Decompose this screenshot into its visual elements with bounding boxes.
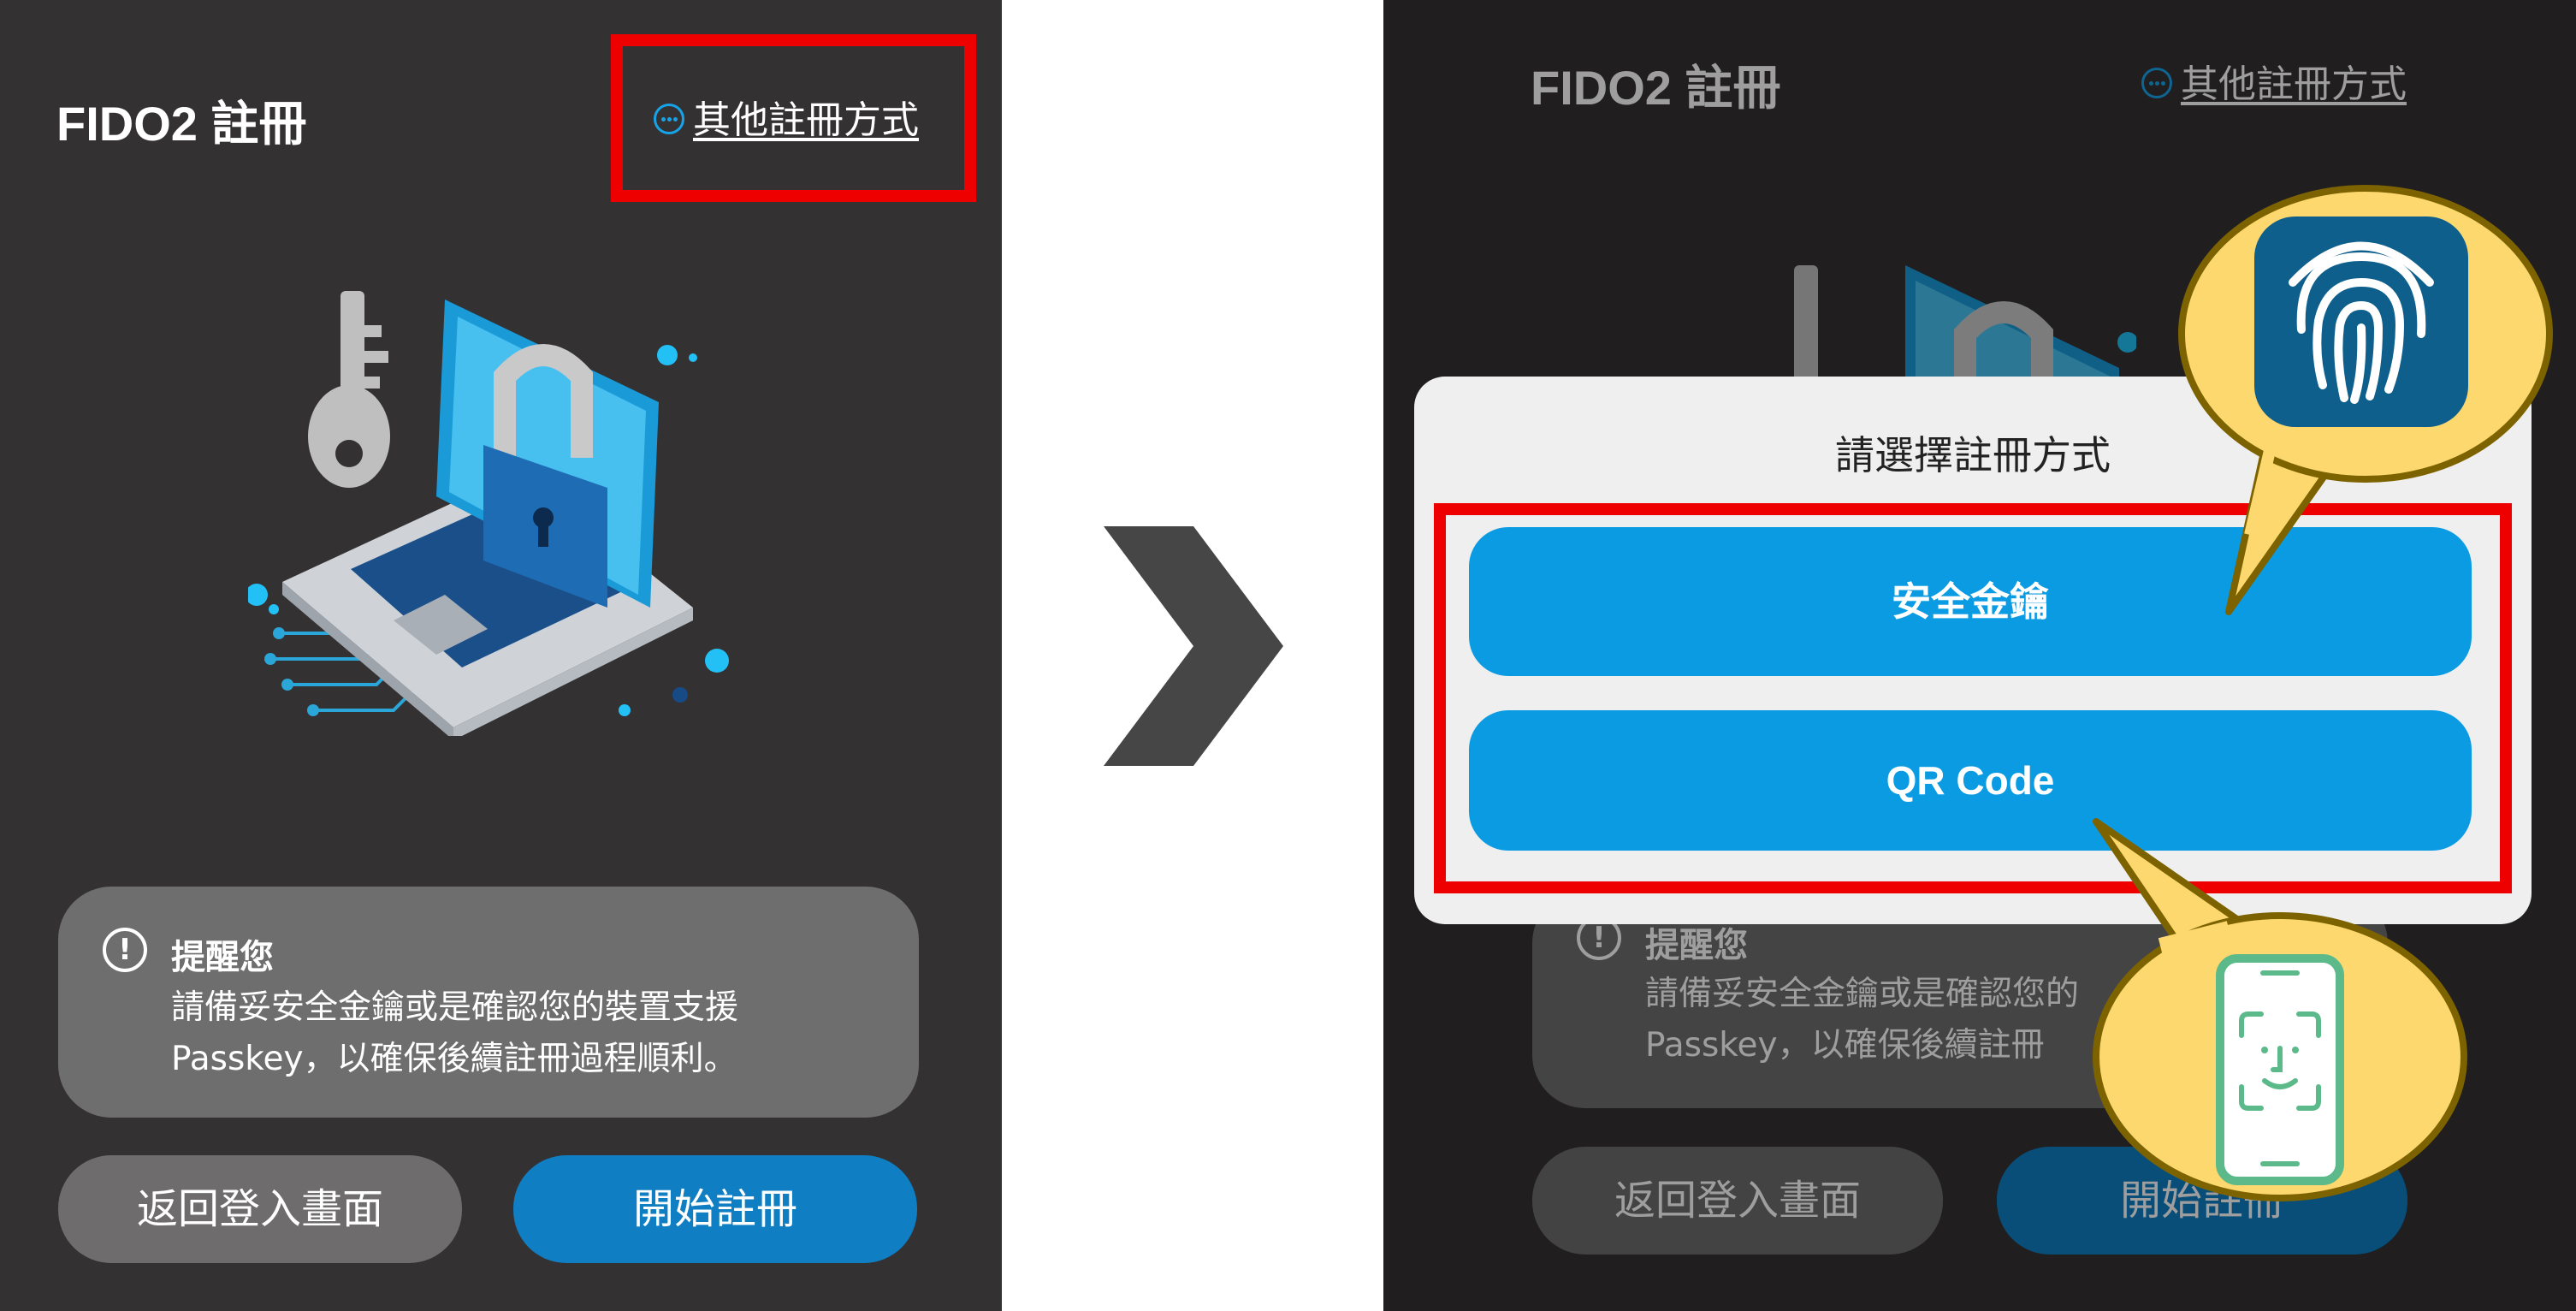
page-title: FIDO2 註冊	[56, 97, 307, 151]
notice-title: 提醒您	[171, 938, 274, 977]
highlight-other-methods	[611, 34, 976, 202]
face-id-phone-icon	[2216, 954, 2344, 1185]
face-id-callout	[2093, 818, 2467, 1201]
notice-line-1: 請備妥安全金鑰或是確認您的裝置支援	[171, 988, 739, 1027]
start-registration-button[interactable]: 開始註冊	[513, 1155, 917, 1263]
fido-security-illustration	[248, 291, 729, 736]
info-icon: !	[103, 928, 147, 972]
notice-box: ! 提醒您 請備妥安全金鑰或是確認您的裝置支援 Passkey，以確保後續註冊過…	[58, 887, 919, 1118]
fingerprint-callout	[2178, 185, 2553, 615]
fingerprint-icon	[2254, 217, 2468, 427]
back-to-login-button[interactable]: 返回登入畫面	[58, 1155, 462, 1263]
notice-line-2: Passkey，以確保後續註冊過程順利。	[171, 1040, 737, 1078]
next-chevron-icon	[1104, 526, 1283, 766]
